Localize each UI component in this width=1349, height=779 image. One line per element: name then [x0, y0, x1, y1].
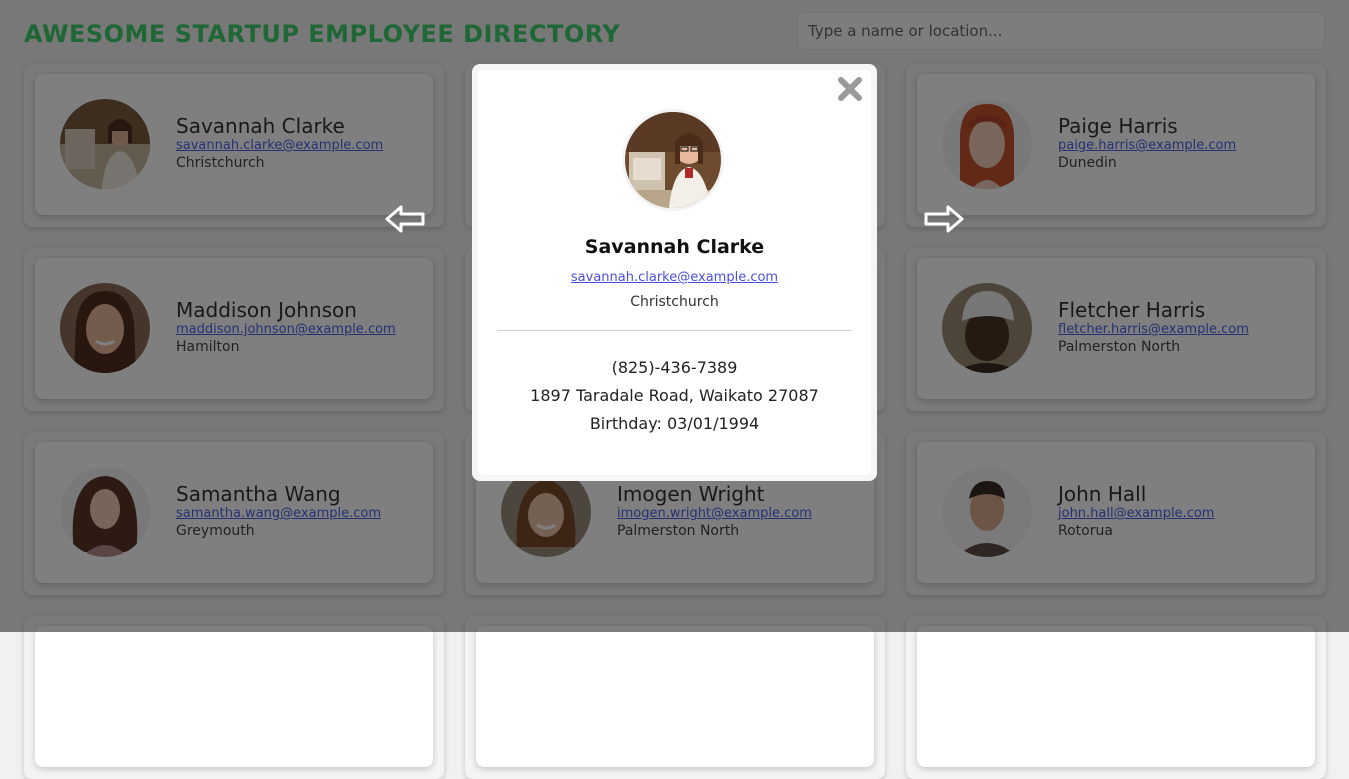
employee-card[interactable] [465, 616, 885, 779]
employee-card-inner [476, 626, 874, 767]
arrow-right-icon[interactable] [924, 205, 964, 233]
close-icon[interactable] [837, 76, 863, 102]
modal-phone: (825)-436-7389 [611, 358, 738, 377]
modal-name: Savannah Clarke [584, 236, 765, 258]
modal-avatar-image [625, 112, 721, 208]
modal-birthday: Birthday: 03/01/1994 [589, 414, 760, 433]
employee-card-inner [917, 626, 1315, 767]
employee-card[interactable] [24, 616, 444, 779]
modal-city: Christchurch [630, 294, 719, 310]
arrow-left-icon[interactable] [385, 205, 425, 233]
modal-address: 1897 Taradale Road, Waikato 27087 [530, 386, 819, 405]
employee-modal: Savannah Clarke savannah.clarke@example.… [472, 64, 877, 481]
employee-card-inner [35, 626, 433, 767]
modal-avatar [625, 112, 721, 208]
modal-divider [497, 330, 852, 331]
modal-email-link[interactable]: savannah.clarke@example.com [478, 270, 871, 285]
employee-card[interactable] [906, 616, 1326, 779]
modal-content: Savannah Clarke savannah.clarke@example.… [478, 70, 871, 475]
